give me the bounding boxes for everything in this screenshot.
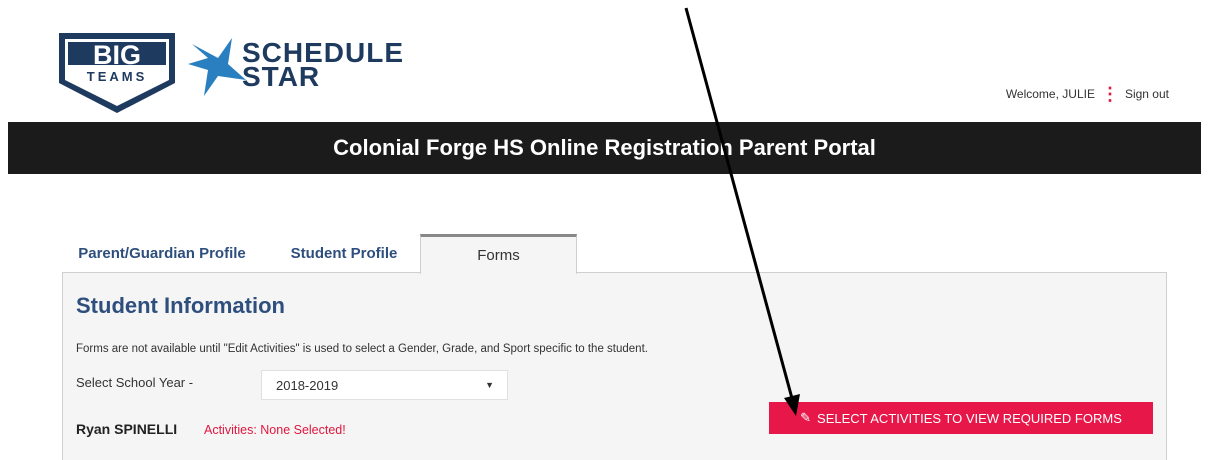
pencil-icon: ✎ <box>800 410 812 425</box>
big-teams-logo: BIG TEAMS <box>59 33 175 113</box>
tab-parent-guardian-profile[interactable]: Parent/Guardian Profile <box>62 234 262 272</box>
signout-link[interactable]: Sign out <box>1125 87 1169 101</box>
student-information-panel: Student Information Forms are not availa… <box>62 272 1167 460</box>
page-title: Colonial Forge HS Online Registration Pa… <box>333 135 876 160</box>
profile-tabs: Parent/Guardian Profile Student Profile … <box>62 234 1167 274</box>
schedule-star-logo: SCHEDULE STAR <box>188 36 408 96</box>
student-name: Ryan SPINELLI <box>76 421 178 437</box>
select-activities-button[interactable]: ✎ SELECT ACTIVITIES TO VIEW REQUIRED FOR… <box>769 402 1153 434</box>
user-menu: Welcome, JULIE ⋮ Sign out <box>1005 85 1169 103</box>
school-year-select[interactable]: 2018-2019 ▼ <box>261 370 508 400</box>
portal-banner: Colonial Forge HS Online Registration Pa… <box>8 122 1201 174</box>
student-activities-status: Activities: None Selected! <box>204 423 346 437</box>
star-word: STAR <box>242 61 321 92</box>
big-text: BIG <box>93 40 141 70</box>
star-icon <box>188 38 246 96</box>
forms-note: Forms are not available until "Edit Acti… <box>76 343 648 355</box>
school-year-label: Select School Year - <box>76 375 194 390</box>
panel-title: Student Information <box>76 293 285 318</box>
tab-student-profile[interactable]: Student Profile <box>274 234 414 272</box>
select-activities-label: SELECT ACTIVITIES TO VIEW REQUIRED FORMS <box>817 410 1122 426</box>
vertical-dots-icon[interactable]: ⋮ <box>1101 85 1119 103</box>
school-year-value: 2018-2019 <box>276 377 339 393</box>
teams-text: TEAMS <box>87 69 148 84</box>
tab-forms[interactable]: Forms <box>420 234 577 274</box>
welcome-text: Welcome, JULIE <box>1005 87 1095 101</box>
dropdown-caret-icon: ▼ <box>485 380 494 390</box>
